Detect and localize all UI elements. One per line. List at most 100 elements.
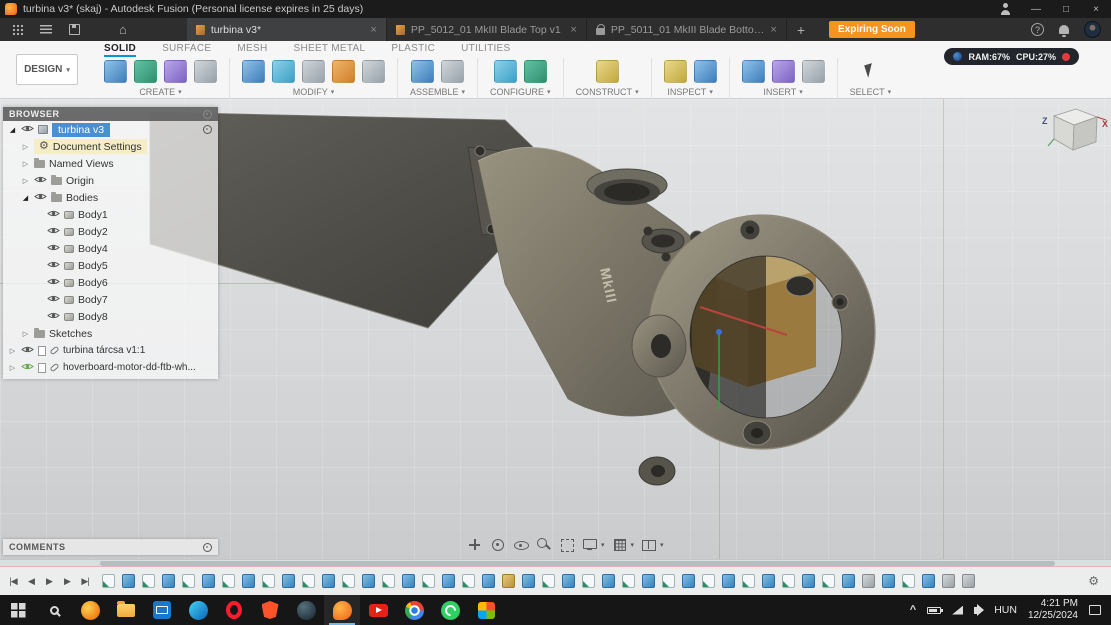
timeline-feature-icon[interactable] — [722, 574, 735, 588]
timeline-feature-icon[interactable] — [582, 574, 595, 588]
inspect-menu[interactable]: INSPECT ▾ — [667, 87, 713, 97]
timeline-feature-icon[interactable] — [842, 574, 855, 588]
battery-icon[interactable] — [927, 607, 941, 614]
timeline-feature-icon[interactable] — [802, 574, 815, 588]
playback-button[interactable]: ◀ — [24, 576, 38, 587]
create-menu[interactable]: CREATE ▾ — [139, 87, 181, 97]
root-component-label[interactable]: turbina v3 — [52, 123, 110, 137]
tab-close-icon[interactable]: × — [770, 24, 776, 36]
playback-button[interactable]: |◀ — [6, 576, 20, 587]
create-form-icon[interactable] — [164, 60, 187, 83]
file-menu-icon[interactable] — [40, 25, 52, 34]
expand-arrow-icon[interactable]: ▷ — [21, 143, 30, 151]
create-sketch-icon[interactable] — [134, 60, 157, 83]
expand-arrow-icon[interactable]: ▷ — [21, 177, 30, 185]
timeline-feature-icon[interactable] — [142, 574, 155, 588]
taskbar-firefox[interactable] — [72, 595, 108, 625]
expand-arrow-icon[interactable]: ◢ — [21, 194, 30, 202]
linked-component-row[interactable]: ▷ hoverboard-motor-dd-ftb-wh... — [3, 359, 218, 376]
joint-icon[interactable] — [411, 60, 434, 83]
timeline-feature-icon[interactable] — [462, 574, 475, 588]
timeline-feature-icon[interactable] — [562, 574, 575, 588]
tab-close-icon[interactable]: × — [570, 24, 576, 36]
timeline-feature-icon[interactable] — [382, 574, 395, 588]
timeline-feature-icon[interactable] — [622, 574, 635, 588]
body-row[interactable]: Body4 — [3, 240, 218, 257]
timeline-feature-icon[interactable] — [342, 574, 355, 588]
named-views-row[interactable]: ▷ Named Views — [3, 155, 218, 172]
timeline-feature-icon[interactable] — [882, 574, 895, 588]
ribbon-tab[interactable]: PLASTIC — [391, 41, 435, 57]
insert-mesh-icon[interactable] — [802, 60, 825, 83]
grid-settings-icon[interactable] — [611, 536, 628, 553]
fillet-icon[interactable] — [272, 60, 295, 83]
notifications-bell-icon[interactable] — [1059, 25, 1069, 34]
construct-menu[interactable]: CONSTRUCT ▾ — [576, 87, 639, 97]
performance-monitor[interactable]: RAM:67% CPU:27% — [944, 48, 1079, 65]
timeline-scrollbar[interactable] — [0, 560, 1111, 567]
document-tab[interactable]: PP_5012_01 MkIII Blade Top v1 × — [387, 18, 587, 41]
playback-button[interactable]: ▶ — [42, 576, 56, 587]
body-row[interactable]: Body8 — [3, 308, 218, 325]
tree-root-row[interactable]: ◢ turbina v3 — [3, 121, 218, 138]
playback-button[interactable]: ▶| — [78, 576, 92, 587]
timeline-feature-icon[interactable] — [242, 574, 255, 588]
timeline-feature-icon[interactable] — [502, 574, 515, 588]
comments-panel[interactable]: COMMENTS — [3, 539, 218, 555]
orbit-icon[interactable] — [489, 536, 506, 553]
configure-menu[interactable]: CONFIGURE ▾ — [490, 87, 551, 97]
bodies-row[interactable]: ◢ Bodies — [3, 189, 218, 206]
keyboard-language[interactable]: HUN — [994, 604, 1017, 616]
viewport[interactable]: MkIII — [0, 99, 1111, 559]
timeline-feature-icon[interactable] — [602, 574, 615, 588]
ribbon-tab[interactable]: SOLID — [104, 41, 136, 57]
construction-plane-icon[interactable] — [596, 60, 619, 83]
activate-radio-icon[interactable] — [203, 125, 212, 134]
home-icon[interactable]: ⌂ — [119, 24, 127, 35]
app-grid-icon[interactable] — [12, 24, 23, 35]
visibility-eye-icon[interactable] — [21, 124, 34, 136]
timeline-feature-icon[interactable] — [522, 574, 535, 588]
modify-menu[interactable]: MODIFY ▾ — [293, 87, 335, 97]
visibility-eye-icon[interactable] — [21, 362, 34, 374]
taskbar-edge[interactable] — [180, 595, 216, 625]
visibility-eye-icon[interactable] — [21, 345, 34, 357]
expand-arrow-icon[interactable]: ◢ — [8, 126, 17, 134]
expiring-soon-badge[interactable]: Expiring Soon — [829, 21, 915, 38]
taskbar-fusion-active[interactable] — [324, 595, 360, 625]
timeline-feature-icon[interactable] — [182, 574, 195, 588]
fit-view-icon[interactable] — [558, 536, 575, 553]
taskbar-opera[interactable] — [216, 595, 252, 625]
timeline-feature-icon[interactable] — [742, 574, 755, 588]
tab-close-icon[interactable]: × — [370, 24, 376, 36]
timeline-feature-icon[interactable] — [262, 574, 275, 588]
rigid-group-icon[interactable] — [441, 60, 464, 83]
browser-header[interactable]: BROWSER — [3, 107, 218, 121]
taskbar-whatsapp[interactable] — [432, 595, 468, 625]
decal-icon[interactable] — [772, 60, 795, 83]
ribbon-tab[interactable]: MESH — [237, 41, 267, 57]
timeline-feature-icon[interactable] — [122, 574, 135, 588]
workspace-selector[interactable]: DESIGN ▾ — [16, 54, 78, 85]
new-tab-button[interactable]: + — [787, 22, 815, 38]
timeline-feature-icon[interactable] — [782, 574, 795, 588]
timeline-feature-icon[interactable] — [322, 574, 335, 588]
taskbar-color-app[interactable] — [468, 595, 504, 625]
help-icon[interactable]: ? — [1031, 23, 1044, 36]
select-cursor-icon[interactable] — [859, 60, 882, 83]
new-component-icon[interactable] — [104, 60, 127, 83]
document-tab[interactable]: PP_5011_01 MkIII Blade Bottom*(1) × — [587, 18, 787, 41]
minimize-button[interactable]: — — [1021, 0, 1051, 18]
timeline-feature-icon[interactable] — [102, 574, 115, 588]
timeline-feature-icon[interactable] — [762, 574, 775, 588]
visibility-eye-icon[interactable] — [47, 243, 60, 255]
configuration-table-icon[interactable] — [494, 60, 517, 83]
timeline-feature-icon[interactable] — [902, 574, 915, 588]
pan-icon[interactable] — [466, 536, 483, 553]
panel-options-icon[interactable] — [203, 543, 212, 552]
viewports-icon[interactable] — [640, 536, 657, 553]
timeline-feature-icon[interactable] — [202, 574, 215, 588]
timeline-feature-icon[interactable] — [862, 574, 875, 588]
press-pull-icon[interactable] — [242, 60, 265, 83]
taskbar-chrome[interactable] — [396, 595, 432, 625]
